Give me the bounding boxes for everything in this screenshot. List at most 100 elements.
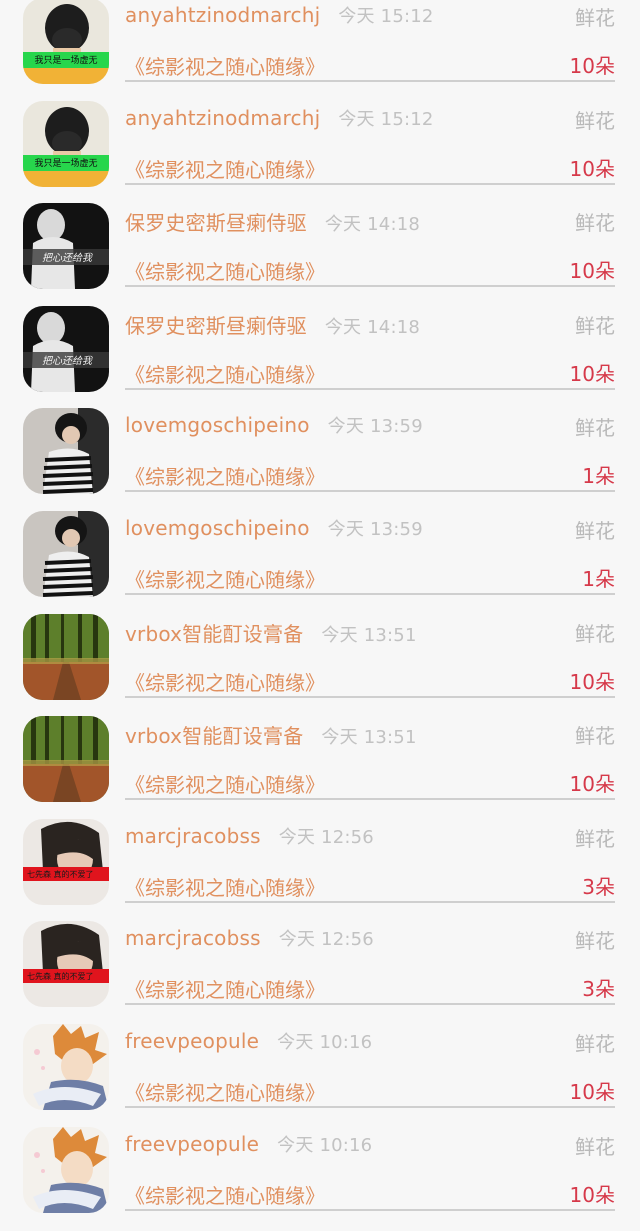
timestamp: 今天 13:51 <box>321 727 417 749</box>
user-name-text[interactable]: lovemgoschipeino <box>125 516 310 540</box>
divider <box>125 182 615 185</box>
divider <box>125 1105 615 1108</box>
svg-text:把心还给我: 把心还给我 <box>42 252 93 264</box>
drama-title-link[interactable]: 《综影视之随心随缘》 <box>125 974 325 1003</box>
user-name-text[interactable]: freevpeopule <box>125 1029 259 1053</box>
avatar[interactable]: 七先森 真的不爱了 <box>23 921 109 1008</box>
user-name[interactable]: freevpeopule 今天 10:16 <box>125 1131 372 1157</box>
drama-title-link[interactable]: 《综影视之随心随缘》 <box>125 1077 325 1106</box>
drama-title-link[interactable]: 《综影视之随心随缘》 <box>125 872 325 901</box>
user-name-text[interactable]: vrbox智能酊设膏备 <box>125 724 303 748</box>
user-name-text[interactable]: marcjracobss <box>125 824 261 848</box>
drama-title-link[interactable]: 《综影视之随心随缘》 <box>125 154 325 183</box>
gift-type-label: 鲜花 <box>575 6 615 30</box>
user-name[interactable]: lovemgoschipeino 今天 13:59 <box>125 412 423 438</box>
gift-count: 10朵 <box>569 156 615 181</box>
drama-title-link[interactable]: 《综影视之随心随缘》 <box>125 51 325 80</box>
divider <box>125 285 615 288</box>
user-name-text[interactable]: 保罗史密斯昼瘌侍驱 <box>125 211 307 235</box>
gift-type-label: 鲜花 <box>575 929 615 954</box>
user-name[interactable]: 保罗史密斯昼瘌侍驱 今天 14:18 <box>125 207 420 236</box>
drama-title-link[interactable]: 《综影视之随心随缘》 <box>125 359 325 388</box>
list-item[interactable]: vrbox智能酊设膏备 今天 13:51 鲜花 《综影视之随心随缘》 10朵 <box>0 613 640 719</box>
user-name-text[interactable]: marcjracobss <box>125 926 261 950</box>
avatar[interactable] <box>23 613 109 700</box>
user-name[interactable]: marcjracobss 今天 12:56 <box>125 823 374 849</box>
gift-type-label: 鲜花 <box>575 518 615 543</box>
user-name-text[interactable]: anyahtzinodmarchj <box>125 106 320 130</box>
drama-title-link[interactable]: 《综影视之随心随缘》 <box>125 461 325 490</box>
gift-count: 10朵 <box>569 1079 615 1104</box>
timestamp: 今天 12:56 <box>278 826 374 848</box>
flower-gift-list: 我只是一场虚无 anyahtzinodmarchj 今天 15:12 鲜花 《综影… <box>0 0 640 1231</box>
gift-type-label: 鲜花 <box>575 416 615 441</box>
list-item[interactable]: 七先森 真的不爱了 marcjracobss 今天 12:56 鲜花 《综影视之随… <box>0 921 640 1026</box>
drama-title-link[interactable]: 《综影视之随心随缘》 <box>125 256 325 285</box>
divider <box>125 798 615 801</box>
user-name[interactable]: anyahtzinodmarchj 今天 15:12 <box>125 105 434 131</box>
list-item[interactable]: 我只是一场虚无 anyahtzinodmarchj 今天 15:12 鲜花 《综影… <box>0 0 640 103</box>
svg-text:我只是一场虚无: 我只是一场虚无 <box>34 54 97 66</box>
user-name[interactable]: lovemgoschipeino 今天 13:59 <box>125 515 423 541</box>
avatar[interactable]: 把心还给我 <box>23 203 109 290</box>
user-name-text[interactable]: vrbox智能酊设膏备 <box>125 622 303 646</box>
gift-count: 1朵 <box>582 464 615 489</box>
divider <box>125 387 615 390</box>
timestamp: 今天 10:16 <box>277 1134 373 1156</box>
list-item[interactable]: freevpeopule 今天 10:16 鲜花 《综影视之随心随缘》 10朵 <box>0 1126 640 1231</box>
drama-title-link[interactable]: 《综影视之随心随缘》 <box>125 667 325 696</box>
list-item[interactable]: 把心还给我 保罗史密斯昼瘌侍驱 今天 14:18 鲜花 《综影视之随心随缘》 10… <box>0 203 640 308</box>
timestamp: 今天 14:18 <box>324 214 421 236</box>
user-name-text[interactable]: freevpeopule <box>125 1132 259 1156</box>
svg-text:我只是一场虚无: 我只是一场虚无 <box>34 157 97 169</box>
avatar[interactable] <box>23 716 109 803</box>
avatar[interactable]: 我只是一场虚无 <box>23 0 109 84</box>
avatar[interactable] <box>23 510 109 597</box>
timestamp: 今天 14:18 <box>324 316 421 338</box>
svg-text:把心还给我: 把心还给我 <box>42 355 93 367</box>
user-name-text[interactable]: anyahtzinodmarchj <box>125 3 320 27</box>
avatar[interactable] <box>23 1126 109 1213</box>
avatar[interactable]: 七先森 真的不爱了 <box>23 818 109 905</box>
drama-title-link[interactable]: 《综影视之随心随缘》 <box>125 769 325 798</box>
avatar[interactable] <box>23 408 109 495</box>
gift-type-label: 鲜花 <box>575 826 615 851</box>
list-item[interactable]: freevpeopule 今天 10:16 鲜花 《综影视之随心随缘》 10朵 <box>0 1023 640 1129</box>
list-item[interactable]: 七先森 真的不爱了 marcjracobss 今天 12:56 鲜花 《综影视之随… <box>0 818 640 924</box>
avatar[interactable]: 我只是一场虚无 <box>23 100 109 187</box>
divider <box>125 490 615 493</box>
svg-text:七先森 真的不爱了: 七先森 真的不爱了 <box>27 971 94 981</box>
user-name[interactable]: freevpeopule 今天 10:16 <box>125 1028 372 1054</box>
gift-type-label: 鲜花 <box>575 108 615 133</box>
gift-count: 1朵 <box>582 566 615 591</box>
drama-title-link[interactable]: 《综影视之随心随缘》 <box>125 564 325 593</box>
list-item[interactable]: vrbox智能酊设膏备 今天 13:51 鲜花 《综影视之随心随缘》 10朵 <box>0 716 640 821</box>
timestamp: 今天 13:59 <box>327 518 423 540</box>
gift-count: 3朵 <box>582 977 615 1002</box>
user-name-text[interactable]: lovemgoschipeino <box>125 413 310 437</box>
gift-count: 10朵 <box>569 259 615 284</box>
user-name[interactable]: vrbox智能酊设膏备 今天 13:51 <box>125 720 417 749</box>
user-name[interactable]: 保罗史密斯昼瘌侍驱 今天 14:18 <box>125 310 420 339</box>
list-item[interactable]: 把心还给我 保罗史密斯昼瘌侍驱 今天 14:18 鲜花 《综影视之随心随缘》 10… <box>0 305 640 411</box>
timestamp: 今天 15:12 <box>338 6 434 27</box>
list-item[interactable]: lovemgoschipeino 今天 13:59 鲜花 《综影视之随心随缘》 1… <box>0 510 640 616</box>
list-item[interactable]: 我只是一场虚无 anyahtzinodmarchj 今天 15:12 鲜花 《综影… <box>0 100 640 206</box>
avatar[interactable]: 把心还给我 <box>23 305 109 392</box>
divider <box>125 1208 615 1211</box>
user-name[interactable]: vrbox智能酊设膏备 今天 13:51 <box>125 618 417 647</box>
user-name[interactable]: anyahtzinodmarchj 今天 15:12 <box>125 2 434 28</box>
timestamp: 今天 10:16 <box>277 1031 373 1053</box>
gift-count: 10朵 <box>569 361 615 386</box>
user-name-text[interactable]: 保罗史密斯昼瘌侍驱 <box>125 314 307 338</box>
drama-title-link[interactable]: 《综影视之随心随缘》 <box>125 1180 325 1209</box>
user-name[interactable]: marcjracobss 今天 12:56 <box>125 925 374 951</box>
divider <box>125 695 615 698</box>
divider <box>125 80 615 82</box>
gift-count: 3朵 <box>582 874 615 899</box>
timestamp: 今天 15:12 <box>338 108 434 130</box>
list-item[interactable]: lovemgoschipeino 今天 13:59 鲜花 《综影视之随心随缘》 1… <box>0 408 640 513</box>
avatar[interactable] <box>23 1023 109 1110</box>
gift-type-label: 鲜花 <box>575 313 615 338</box>
divider <box>125 1003 615 1006</box>
